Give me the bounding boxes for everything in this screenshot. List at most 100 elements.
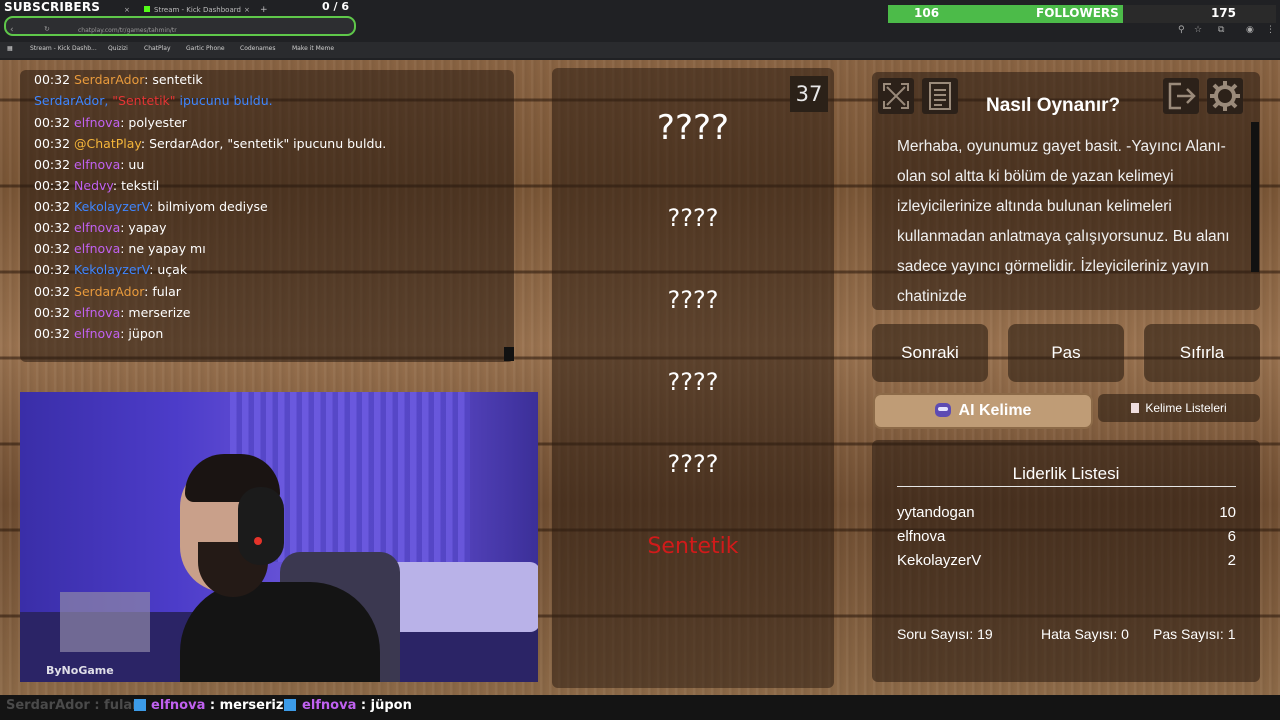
kick-badge-icon <box>284 699 296 711</box>
chat-timestamp: 00:32 <box>34 241 71 256</box>
fullscreen-icon[interactable] <box>878 78 914 114</box>
chat-text: : SerdarAdor, "sentetik" ipucunu buldu. <box>140 136 387 151</box>
next-button[interactable]: Sonraki <box>872 324 988 382</box>
tab-kick-dashboard[interactable]: Stream - Kick Dashboard × <box>144 3 254 17</box>
reload-icon[interactable]: ↻ <box>44 25 50 33</box>
chat-timestamp: 00:32 <box>34 262 71 277</box>
ticker-item: elfnova : jüpon <box>302 698 412 713</box>
chat-text: : jüpon <box>120 326 164 341</box>
followers-current: 106 <box>914 6 940 20</box>
chat-text: : yapay <box>120 220 167 235</box>
leaderboard-row: KekolayzerV 2 <box>897 552 1236 569</box>
extensions-icon[interactable]: ⧉ <box>1218 25 1224 35</box>
chat-username[interactable]: SerdarAdor <box>74 72 144 87</box>
address-bar[interactable] <box>4 16 356 36</box>
ticker-item: elfnova : merserize <box>151 698 292 713</box>
ai-word-button[interactable]: AI Kelime <box>873 393 1093 429</box>
exit-icon[interactable] <box>1163 78 1199 114</box>
address-url: chatplay.com/tr/games/tahmin/tr <box>78 27 177 34</box>
reset-button[interactable]: Sıfırla <box>1144 324 1260 382</box>
player-name: yytandogan <box>897 504 975 521</box>
kick-badge-icon <box>134 699 146 711</box>
chat-timestamp: 00:32 <box>34 115 71 130</box>
chat-timestamp: 00:32 <box>34 220 71 235</box>
chat-username[interactable]: elfnova <box>74 115 120 130</box>
forbidden-word-3: ???? <box>667 368 719 396</box>
chat-timestamp: 00:32 <box>34 284 71 299</box>
chat-username[interactable]: elfnova <box>74 157 120 172</box>
chat-username[interactable]: Nedvy <box>74 178 113 193</box>
chat-message: 00:32 elfnova: uu <box>34 157 144 172</box>
ticker-msg: : fular <box>89 698 139 713</box>
chat-username[interactable]: elfnova <box>74 241 120 256</box>
followers-goal-bar: 106 FOLLOWERS 175 <box>888 5 1276 23</box>
menu-icon[interactable]: ⋮ <box>1266 25 1275 35</box>
chat-timestamp: 00:32 <box>34 72 71 87</box>
chat-text: : merserize <box>120 305 191 320</box>
close-tab-icon[interactable]: × <box>124 3 130 17</box>
chat-username[interactable]: elfnova <box>74 220 120 235</box>
chat-username[interactable]: elfnova <box>74 305 120 320</box>
chat-username[interactable]: KekolayzerV <box>74 199 149 214</box>
document-icon[interactable] <box>922 78 958 114</box>
chat-scrollbar[interactable] <box>504 347 514 361</box>
chat-message: 00:32 elfnova: ne yapay mı <box>34 241 206 256</box>
ticker-user: elfnova <box>151 698 206 713</box>
how-to-play-text: Merhaba, oyunumuz gayet basit. -Yayıncı … <box>897 138 1230 305</box>
profile-avatar[interactable]: ◉ <box>1246 25 1254 35</box>
chat-message: 00:32 KekolayzerV: bilmiyom dediyse <box>34 199 268 214</box>
star-icon[interactable]: ☆ <box>1194 25 1202 35</box>
chat-timestamp: 00:32 <box>34 178 71 193</box>
bookmark-chatplay[interactable]: ChatPlay <box>144 45 171 52</box>
error-count: Hata Sayısı: 0 <box>1041 626 1129 642</box>
ai-word-label: AI Kelime <box>958 402 1032 419</box>
player-score: 2 <box>1227 552 1236 569</box>
chat-message: 00:32 elfnova: polyester <box>34 115 187 130</box>
followers-goal: 175 <box>1210 6 1236 20</box>
chat-text: : bilmiyom dediyse <box>149 199 268 214</box>
question-count: Soru Sayısı: 19 <box>897 626 993 642</box>
chat-timestamp: 00:32 <box>34 157 71 172</box>
chat-message: 00:32 elfnova: jüpon <box>34 326 163 341</box>
leaderboard-title: Liderlik Listesi <box>1012 464 1120 483</box>
chat-username[interactable]: SerdarAdor <box>74 284 144 299</box>
pass-button[interactable]: Pas <box>1008 324 1124 382</box>
pass-count: Pas Sayısı: 1 <box>1153 626 1236 642</box>
target-word-hidden: ???? <box>656 108 730 148</box>
back-icon[interactable]: ‹ <box>10 25 14 35</box>
zoom-icon[interactable]: ⚲ <box>1178 25 1185 35</box>
forbidden-word-2: ???? <box>667 286 719 314</box>
player-score: 6 <box>1227 528 1236 545</box>
word-lists-button[interactable]: Kelime Listeleri <box>1098 394 1260 422</box>
chat-timestamp: 00:32 <box>34 305 71 320</box>
subscribers-count: 0 / 6 <box>322 0 349 13</box>
robot-icon <box>934 403 951 417</box>
chat-highlight: "Sentetik" <box>112 93 176 108</box>
chat-username[interactable]: KekolayzerV <box>74 262 149 277</box>
chat-username[interactable]: SerdarAdor, <box>34 93 112 108</box>
chat-text: : fular <box>144 284 181 299</box>
tab-close-icon[interactable]: × <box>244 3 250 17</box>
bookmark-kick[interactable]: Stream - Kick Dashb... <box>30 45 97 52</box>
chat-message: 00:32 @ChatPlay: SerdarAdor, "sentetik" i… <box>34 136 386 151</box>
chat-message: SerdarAdor, "Sentetik" ipucunu buldu. <box>34 93 273 108</box>
bookmark-quizizi[interactable]: Quizizi <box>108 45 128 52</box>
apps-icon[interactable]: ▦ <box>7 45 13 52</box>
bookmark-make-it-meme[interactable]: Make it Meme <box>292 45 334 52</box>
webcam-feed: ByNoGame <box>20 392 538 682</box>
chat-username[interactable]: @ChatPlay <box>74 136 141 151</box>
leaderboard-divider <box>897 486 1236 487</box>
chat-text: : polyester <box>120 115 187 130</box>
chat-message: 00:32 Nedvy: tekstil <box>34 178 159 193</box>
chat-timestamp: 00:32 <box>34 326 71 341</box>
chat-text: : uçak <box>149 262 188 277</box>
chat-message: 00:32 KekolayzerV: uçak <box>34 262 187 277</box>
how-to-play-scrollbar[interactable] <box>1251 122 1259 272</box>
chat-text: ipucunu buldu. <box>175 93 273 108</box>
chat-username[interactable]: elfnova <box>74 326 120 341</box>
gear-icon[interactable] <box>1207 78 1243 114</box>
bookmark-codenames[interactable]: Codenames <box>240 45 276 52</box>
headphones <box>238 487 284 565</box>
new-tab-button[interactable]: + <box>260 3 268 17</box>
bookmark-gartic[interactable]: Gartic Phone <box>186 45 225 52</box>
